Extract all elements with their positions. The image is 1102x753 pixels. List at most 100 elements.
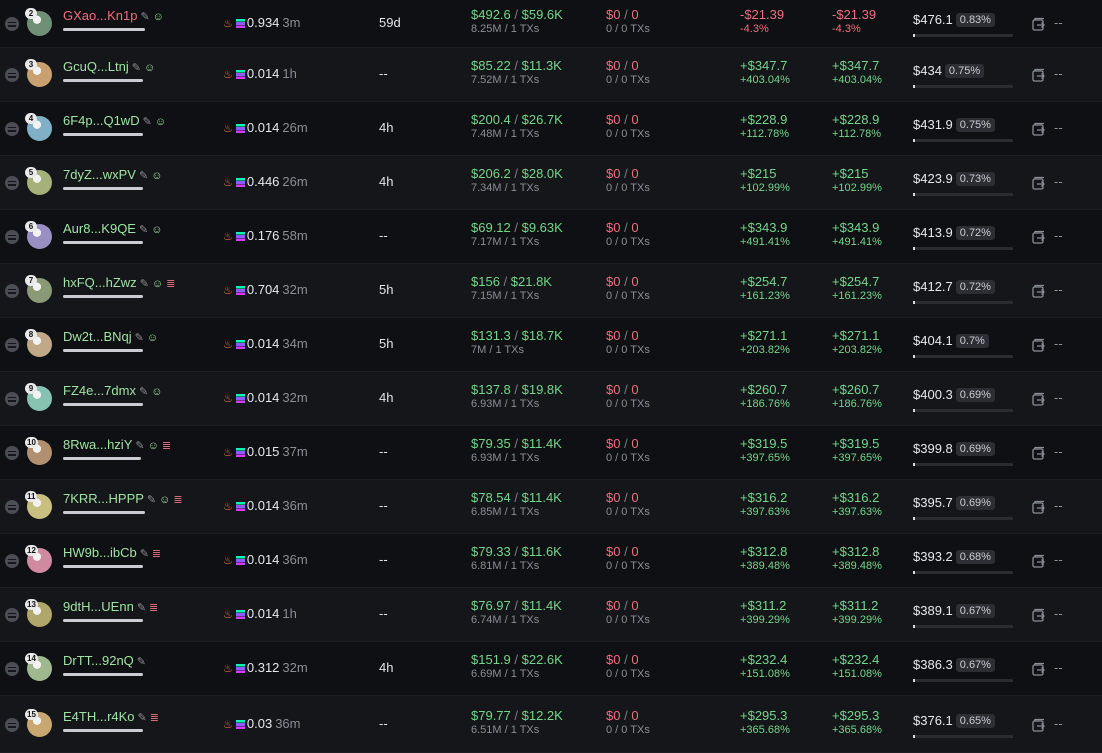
table-row[interactable]: 5 7dyZ...wxPV ✎ ☺ ♨ 0.446 26m 4h $206.2 / $28.0K… [0, 156, 1102, 210]
sold-cell: $0 / 00 / 0 TXs [606, 274, 650, 303]
wallet-name[interactable]: Aur8...K9QE [63, 221, 136, 236]
balance-time: 32m [282, 390, 308, 405]
list-menu-icon[interactable] [5, 662, 19, 676]
wallet-name[interactable]: 8Rwa...hziY [63, 437, 132, 452]
pencil-icon[interactable]: ✎ [143, 116, 152, 128]
pencil-icon[interactable]: ✎ [140, 548, 149, 560]
bought-usd: $156 [471, 274, 500, 289]
unrealized-pnl-value: +$232.4 [740, 652, 788, 667]
table-row[interactable]: 3 GcuQ...Ltnj ✎ ☺ ♨ 0.014 1h -- $85.22 / $11.3K 7… [0, 48, 1102, 102]
share-icon[interactable] [1032, 68, 1046, 82]
wallet-name[interactable]: FZ4e...7dmx [63, 383, 136, 398]
pencil-icon[interactable]: ✎ [137, 656, 146, 668]
table-row[interactable]: 11 7KRR...HPPP ✎ ☺ ≣ ♨ 0.014 36m -- $78.54 / $11.… [0, 480, 1102, 534]
remaining-cell: $476.1 0.83% [913, 12, 995, 27]
user-add-icon[interactable]: ☺ [152, 278, 163, 290]
wallet-name[interactable]: 7dyZ...wxPV [63, 167, 136, 182]
pencil-icon[interactable]: ✎ [137, 602, 146, 614]
wallet-name[interactable]: hxFQ...hZwz [63, 275, 137, 290]
table-row[interactable]: 15 E4TH...r4Ko ✎ ≣ ♨ 0.03 36m -- $79.77 / $12.2K… [0, 696, 1102, 753]
wallet-name[interactable]: E4TH...r4Ko [63, 709, 135, 724]
user-add-icon[interactable]: ☺ [147, 332, 158, 344]
pencil-icon[interactable]: ✎ [140, 11, 149, 23]
list-menu-icon[interactable] [5, 122, 19, 136]
user-add-icon[interactable]: ☺ [151, 170, 162, 182]
user-add-icon[interactable]: ☺ [144, 62, 155, 74]
list-menu-icon[interactable] [5, 230, 19, 244]
list-menu-icon[interactable] [5, 446, 19, 460]
wallet-name[interactable]: HW9b...ibCb [63, 545, 137, 560]
table-row[interactable]: 10 8Rwa...hziY ✎ ☺ ≣ ♨ 0.015 37m -- $79.35 / $11.… [0, 426, 1102, 480]
user-add-icon[interactable]: ☺ [159, 494, 170, 506]
list-menu-icon[interactable] [5, 554, 19, 568]
list-menu-icon[interactable] [5, 392, 19, 406]
pencil-icon[interactable]: ✎ [135, 332, 144, 344]
total-pnl-value: +$343.9 [832, 220, 880, 235]
share-icon[interactable] [1032, 446, 1046, 460]
total-pnl-percent: +161.23% [832, 290, 882, 302]
share-icon[interactable] [1032, 500, 1046, 514]
total-pnl-cell: -$21.39 -4.3% [832, 7, 876, 36]
wallet-name[interactable]: GcuQ...Ltnj [63, 59, 129, 74]
table-row[interactable]: 9 FZ4e...7dmx ✎ ☺ ♨ 0.014 32m 4h $137.8 / $19.8K… [0, 372, 1102, 426]
share-icon[interactable] [1032, 392, 1046, 406]
share-icon[interactable] [1032, 608, 1046, 622]
pencil-icon[interactable]: ✎ [139, 170, 148, 182]
table-row[interactable]: 13 9dtH...UEnn ✎ ≣ ♨ 0.014 1h -- $76.97 / $11.4K… [0, 588, 1102, 642]
wallet-icons: ✎ ≣ [135, 712, 159, 724]
table-row[interactable]: 2 GXao...Kn1p ✎ ☺ ♨ 0.934 3m 59d $492.6 / $59.6K… [0, 0, 1102, 48]
total-pnl-cell: +$228.9 +112.78% [832, 112, 881, 141]
share-icon[interactable] [1032, 554, 1046, 568]
list-menu-icon[interactable] [5, 608, 19, 622]
table-row[interactable]: 4 6F4p...Q1wD ✎ ☺ ♨ 0.014 26m 4h $200.4 / $26.7K… [0, 102, 1102, 156]
table-row[interactable]: 8 Dw2t...BNqj ✎ ☺ ♨ 0.014 34m 5h $131.3 / $18.7K… [0, 318, 1102, 372]
table-row[interactable]: 12 HW9b...ibCb ✎ ≣ ♨ 0.014 36m -- $79.33 / $11.6… [0, 534, 1102, 588]
table-row[interactable]: 14 DrTT...92nQ ✎ ♨ 0.312 32m 4h $151.9 / $22.6K… [0, 642, 1102, 696]
share-icon[interactable] [1032, 338, 1046, 352]
user-add-icon[interactable]: ☺ [148, 440, 159, 452]
list-menu-icon[interactable] [5, 176, 19, 190]
total-pnl-value: +$215 [832, 166, 869, 181]
user-add-icon[interactable]: ☺ [153, 11, 164, 23]
bought-usd: $206.2 [471, 166, 511, 181]
pencil-icon[interactable]: ✎ [132, 62, 141, 74]
wallet-name[interactable]: Dw2t...BNqj [63, 329, 132, 344]
balance-cell: ♨ 0.014 1h [223, 606, 297, 621]
pencil-icon[interactable]: ✎ [135, 440, 144, 452]
bought-amount: 8.25M / 1 TXs [471, 23, 540, 35]
user-add-icon[interactable]: ☺ [155, 116, 166, 128]
bought-usd: $131.3 [471, 328, 511, 343]
wallet-name[interactable]: 6F4p...Q1wD [63, 113, 140, 128]
pencil-icon[interactable]: ✎ [138, 712, 147, 724]
share-icon[interactable] [1032, 176, 1046, 190]
share-icon[interactable] [1032, 718, 1046, 732]
pencil-icon[interactable]: ✎ [139, 386, 148, 398]
user-add-icon[interactable]: ☺ [151, 224, 162, 236]
bought-mc: $12.2K [521, 708, 563, 723]
list-menu-icon[interactable] [5, 338, 19, 352]
pencil-icon[interactable]: ✎ [147, 494, 156, 506]
bought-top: $78.54 / $11.4K [471, 490, 562, 505]
remaining-progress-fill [913, 571, 915, 574]
list-menu-icon[interactable] [5, 718, 19, 732]
share-icon[interactable] [1032, 230, 1046, 244]
list-menu-icon[interactable] [5, 68, 19, 82]
pencil-icon[interactable]: ✎ [139, 224, 148, 236]
wallet-name[interactable]: DrTT...92nQ [63, 653, 134, 668]
list-menu-icon[interactable] [5, 500, 19, 514]
list-menu-icon[interactable] [5, 17, 19, 31]
wallet-name[interactable]: 7KRR...HPPP [63, 491, 144, 506]
share-icon[interactable] [1032, 17, 1046, 31]
list-menu-icon[interactable] [5, 284, 19, 298]
wallet-name[interactable]: GXao...Kn1p [63, 8, 137, 23]
pencil-icon[interactable]: ✎ [140, 278, 149, 290]
table-row[interactable]: 6 Aur8...K9QE ✎ ☺ ♨ 0.176 58m -- $69.12 / $9.63K… [0, 210, 1102, 264]
share-icon[interactable] [1032, 122, 1046, 136]
share-icon[interactable] [1032, 662, 1046, 676]
bought-cell: $79.35 / $11.4K 6.93M / 1 TXs [471, 436, 562, 465]
table-row[interactable]: 7 hxFQ...hZwz ✎ ☺ ≣ ♨ 0.704 32m 5h $156 / $21.8K 7… [0, 264, 1102, 318]
user-add-icon[interactable]: ☺ [151, 386, 162, 398]
balance-time: 1h [282, 66, 297, 81]
share-icon[interactable] [1032, 284, 1046, 298]
wallet-name[interactable]: 9dtH...UEnn [63, 599, 134, 614]
